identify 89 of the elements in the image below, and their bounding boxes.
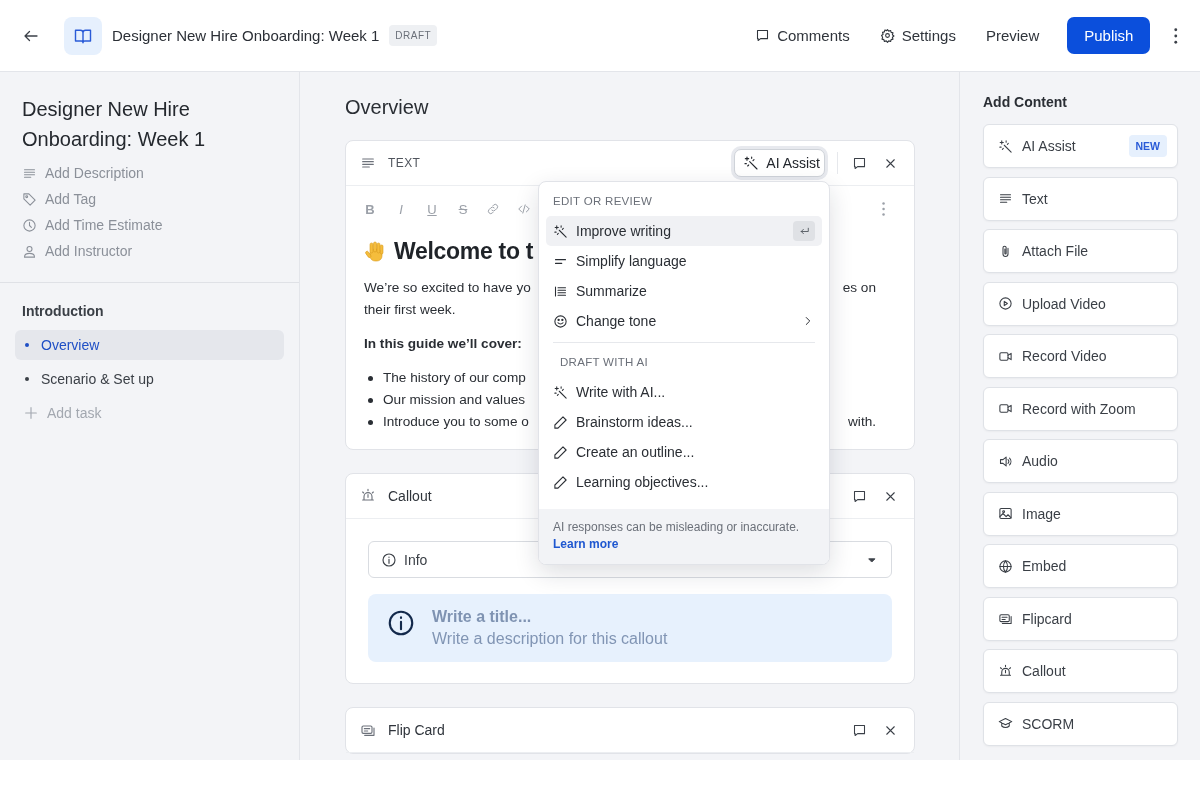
add-content-item[interactable]: Upload Video xyxy=(983,281,1178,326)
alarm-light-icon xyxy=(360,488,376,504)
menu-item[interactable]: Improve writing xyxy=(546,216,822,246)
magic-wand-icon xyxy=(553,223,568,239)
menu-item[interactable]: Change tone xyxy=(546,306,822,336)
ai-assist-button[interactable]: AI Assist xyxy=(734,149,825,177)
menu-section-title: DRAFT WITH AI xyxy=(559,355,650,370)
magic-wand-icon xyxy=(998,138,1013,154)
new-badge: NEW xyxy=(1128,135,1167,157)
add-content-item[interactable]: Attach File xyxy=(983,229,1178,273)
add-content-item[interactable]: Audio xyxy=(983,439,1178,483)
more-icon xyxy=(882,202,886,216)
add-content-item[interactable]: Embed xyxy=(983,544,1178,588)
list-icon xyxy=(553,283,568,299)
info-icon xyxy=(386,608,416,638)
lines-icon xyxy=(998,191,1013,206)
header-action-button[interactable]: Preview xyxy=(975,21,1050,50)
person-icon xyxy=(22,243,37,259)
disclaimer-text: AI responses can be misleading or inaccurate. xyxy=(553,520,801,534)
paragraph-text: We’re so excited to have yo xyxy=(364,279,531,297)
paragraph-text: their first week. xyxy=(364,301,456,319)
block-title: Callout xyxy=(388,488,432,504)
paragraph-text: es on xyxy=(842,279,876,297)
clock-icon xyxy=(22,217,37,233)
pencil-icon xyxy=(553,414,568,430)
more-button[interactable] xyxy=(1172,25,1180,46)
lesson-item[interactable]: Scenario & Set up xyxy=(15,364,284,394)
list-item-text: Our mission and values xyxy=(383,391,526,409)
add-content-item[interactable]: Flipcard xyxy=(983,596,1178,641)
add-content-item[interactable]: Record with Zoom xyxy=(983,386,1178,431)
course-title: Designer New Hire Onboarding: Week 1 xyxy=(22,97,207,152)
block-title: Flip Card xyxy=(388,722,445,738)
smiley-icon xyxy=(553,313,568,329)
list-item-text: The history of our comp xyxy=(383,369,526,387)
lines-icon xyxy=(360,155,376,171)
globe-icon xyxy=(998,558,1013,574)
cards-icon xyxy=(360,722,376,738)
course-title: Designer New Hire Onboarding: Week 1 xyxy=(112,27,380,44)
learn-more-link[interactable]: Learn more xyxy=(553,537,619,551)
paragraph-text: with. xyxy=(848,413,876,431)
header-action-button[interactable]: Comments xyxy=(745,21,860,50)
bold-text: In this guide we’ll cover: xyxy=(364,335,522,353)
pencil-icon xyxy=(553,444,568,460)
add-content-item[interactable]: SCORM xyxy=(983,701,1178,746)
add-content-item[interactable]: AI Assist NEW xyxy=(983,124,1178,168)
panel-title: Add Content xyxy=(983,94,1068,110)
comment-icon xyxy=(755,28,771,43)
publish-button[interactable]: Publish xyxy=(1067,17,1151,54)
menu-item[interactable]: Create an outline... xyxy=(553,437,815,467)
bullet-icon xyxy=(368,397,373,403)
plus-icon xyxy=(23,405,39,421)
add-content-item[interactable]: Callout xyxy=(983,649,1178,693)
menu-section-title: EDIT OR REVIEW xyxy=(552,194,654,209)
add-content-item[interactable]: Text xyxy=(983,176,1178,221)
header-action-button[interactable]: Settings xyxy=(869,21,966,50)
menu-item[interactable]: Summarize xyxy=(546,276,822,306)
play-circle-icon xyxy=(998,296,1013,311)
menu-item[interactable]: Brainstorm ideas... xyxy=(553,407,815,437)
comment-icon xyxy=(852,488,867,504)
list-item-text: Introduce you to some o xyxy=(383,413,529,431)
page-heading: Overview xyxy=(345,96,430,120)
block-title: TEXT xyxy=(388,156,421,170)
code-icon xyxy=(517,202,531,216)
link-icon xyxy=(486,202,500,216)
menu-item[interactable]: Simplify language xyxy=(546,246,822,276)
pencil-icon xyxy=(553,474,568,490)
status-badge: DRAFT xyxy=(389,25,438,46)
menu-item[interactable]: Write with AI... xyxy=(553,377,815,407)
lesson-item[interactable]: Overview xyxy=(15,330,284,360)
section-title: Introduction xyxy=(21,303,105,321)
graduation-cap-icon xyxy=(998,716,1013,731)
bullet-icon xyxy=(368,375,373,381)
magic-wand-icon xyxy=(553,384,568,400)
comment-icon xyxy=(852,155,867,171)
settings-icon xyxy=(879,28,895,43)
add-content-item[interactable]: Record Video xyxy=(983,334,1178,378)
bullet-icon xyxy=(368,419,373,425)
cards-icon xyxy=(998,611,1013,626)
menu-item[interactable]: Learning objectives... xyxy=(553,467,815,497)
comment-icon xyxy=(852,722,867,738)
alarm-light-icon xyxy=(998,663,1013,679)
content-heading: Welcome to t xyxy=(394,238,534,265)
more-icon xyxy=(1174,27,1178,44)
image-icon xyxy=(998,506,1013,521)
info-icon xyxy=(381,551,397,568)
add-content-item[interactable]: Image xyxy=(983,491,1178,536)
tag-icon xyxy=(22,191,37,207)
video-camera-icon xyxy=(998,401,1013,416)
magic-wand-icon xyxy=(743,155,760,171)
